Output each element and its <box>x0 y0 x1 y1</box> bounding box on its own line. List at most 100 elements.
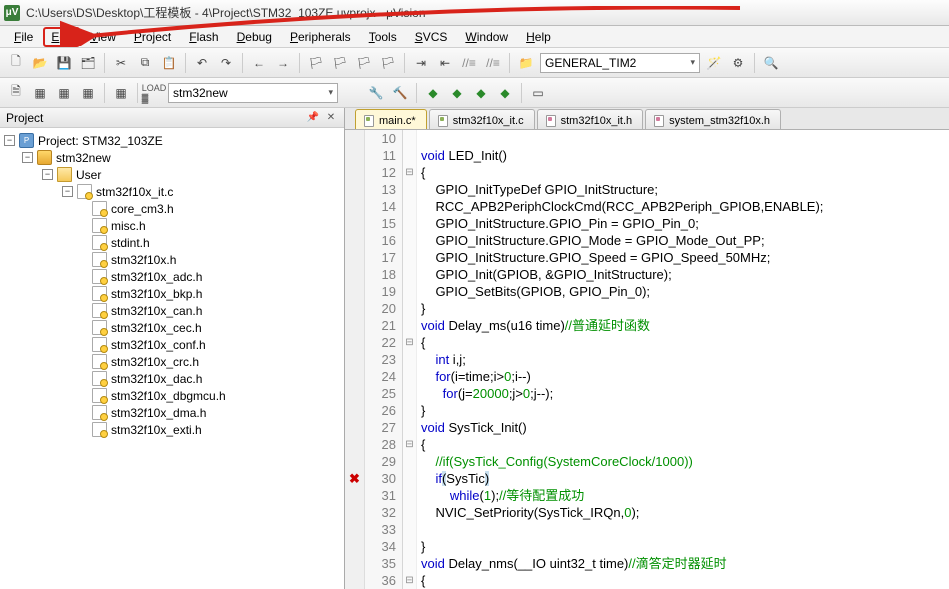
tree-header-file[interactable]: core_cm3.h <box>2 200 342 217</box>
project-tree[interactable]: − P Project: STM32_103ZE − stm32new − Us… <box>0 128 344 589</box>
fold-margin[interactable] <box>403 470 417 487</box>
fold-margin[interactable] <box>403 283 417 300</box>
tree-header-file[interactable]: stm32f10x_dbgmcu.h <box>2 387 342 404</box>
save-all-icon[interactable]: 🗂 <box>78 53 98 73</box>
code-line[interactable]: 17 GPIO_InitStructure.GPIO_Speed = GPIO_… <box>345 249 949 266</box>
uncomment-icon[interactable]: //≡ <box>483 53 503 73</box>
close-icon[interactable]: ✕ <box>324 111 338 125</box>
paste-icon[interactable]: 📋 <box>159 53 179 73</box>
menu-edit[interactable]: Edit <box>43 27 80 47</box>
code-line[interactable]: 24 for(i=time;i>0;i--) <box>345 368 949 385</box>
code-line[interactable]: 22⊟{ <box>345 334 949 351</box>
tree-target[interactable]: − stm32new <box>2 149 342 166</box>
code-line[interactable]: 28⊟{ <box>345 436 949 453</box>
menu-file[interactable]: File <box>6 28 41 46</box>
fold-margin[interactable] <box>403 198 417 215</box>
settings-icon[interactable]: ⚙ <box>728 53 748 73</box>
menu-tools[interactable]: Tools <box>361 28 405 46</box>
fold-margin[interactable] <box>403 147 417 164</box>
code-line[interactable]: 25 for(j=20000;j>0;j--); <box>345 385 949 402</box>
code-line[interactable]: 10 <box>345 130 949 147</box>
new-file-icon[interactable]: 🗋 <box>6 53 26 73</box>
bookmark-prev-icon[interactable]: 🏳 <box>330 53 350 73</box>
green-diamond-icon[interactable]: ◆ <box>423 83 443 103</box>
code-line[interactable]: 32 NVIC_SetPriority(SysTick_IRQn,0); <box>345 504 949 521</box>
green-diamond-icon[interactable]: ◆ <box>447 83 467 103</box>
cut-icon[interactable]: ✂ <box>111 53 131 73</box>
code-line[interactable]: 31 while(1);//等待配置成功 <box>345 487 949 504</box>
tree-header-file[interactable]: stm32f10x_dma.h <box>2 404 342 421</box>
bookmark-clear-icon[interactable]: 🏳 <box>378 53 398 73</box>
code-line[interactable]: 27void SysTick_Init() <box>345 419 949 436</box>
rebuild-icon[interactable]: ▦ <box>54 83 74 103</box>
fold-margin[interactable] <box>403 215 417 232</box>
tree-header-file[interactable]: stm32f10x_exti.h <box>2 421 342 438</box>
green-diamond-icon[interactable]: ◆ <box>471 83 491 103</box>
window-icon[interactable]: ▭ <box>528 83 548 103</box>
menu-window[interactable]: Window <box>457 28 516 46</box>
redo-icon[interactable]: ↷ <box>216 53 236 73</box>
tree-header-file[interactable]: stm32f10x_can.h <box>2 302 342 319</box>
code-line[interactable]: 14 RCC_APB2PeriphClockCmd(RCC_APB2Periph… <box>345 198 949 215</box>
code-line[interactable]: 34} <box>345 538 949 555</box>
code-line[interactable]: 11void LED_Init() <box>345 147 949 164</box>
tree-header-file[interactable]: stm32f10x_cec.h <box>2 319 342 336</box>
fold-margin[interactable] <box>403 317 417 334</box>
comment-icon[interactable]: //≡ <box>459 53 479 73</box>
editor-tab[interactable]: stm32f10x_it.c <box>429 109 535 129</box>
code-line[interactable]: 26} <box>345 402 949 419</box>
indent-icon[interactable]: ⇥ <box>411 53 431 73</box>
collapse-icon[interactable]: − <box>22 152 33 163</box>
bookmark-next-icon[interactable]: 🏳 <box>354 53 374 73</box>
fold-margin[interactable]: ⊟ <box>403 334 417 351</box>
fold-margin[interactable] <box>403 351 417 368</box>
fold-margin[interactable] <box>403 385 417 402</box>
options-icon[interactable]: 🔧 <box>366 83 386 103</box>
editor-tab[interactable]: main.c* <box>355 109 427 129</box>
fold-margin[interactable]: ⊟ <box>403 572 417 589</box>
wand-icon[interactable]: 🪄 <box>704 53 724 73</box>
code-line[interactable]: 35void Delay_nms(__IO uint32_t time)//滴答… <box>345 555 949 572</box>
menu-peripherals[interactable]: Peripherals <box>282 28 359 46</box>
stop-build-icon[interactable]: ▦ <box>111 83 131 103</box>
menu-view[interactable]: View <box>82 28 124 46</box>
code-line[interactable]: 29 //if(SysTick_Config(SystemCoreClock/1… <box>345 453 949 470</box>
menu-flash[interactable]: Flash <box>181 28 226 46</box>
code-line[interactable]: 36⊟{ <box>345 572 949 589</box>
pin-icon[interactable]: 📌 <box>306 111 320 125</box>
tree-header-file[interactable]: stm32f10x_conf.h <box>2 336 342 353</box>
code-line[interactable]: 23 int i,j; <box>345 351 949 368</box>
fold-margin[interactable] <box>403 555 417 572</box>
manage-icon[interactable]: 🔨 <box>390 83 410 103</box>
menu-help[interactable]: Help <box>518 28 559 46</box>
fold-margin[interactable] <box>403 419 417 436</box>
fold-margin[interactable] <box>403 402 417 419</box>
code-line[interactable]: 21void Delay_ms(u16 time)//普通延时函数 <box>345 317 949 334</box>
undo-icon[interactable]: ↶ <box>192 53 212 73</box>
collapse-icon[interactable]: − <box>4 135 15 146</box>
fold-margin[interactable] <box>403 249 417 266</box>
fold-margin[interactable] <box>403 504 417 521</box>
forward-icon[interactable]: → <box>273 53 293 73</box>
tree-header-file[interactable]: stm32f10x_bkp.h <box>2 285 342 302</box>
code-line[interactable]: ✖30 if(SysTic) <box>345 470 949 487</box>
tree-header-file[interactable]: misc.h <box>2 217 342 234</box>
fold-margin[interactable] <box>403 487 417 504</box>
debug-icon[interactable]: 🔍 <box>761 53 781 73</box>
fold-margin[interactable] <box>403 266 417 283</box>
save-icon[interactable]: 💾 <box>54 53 74 73</box>
code-line[interactable]: 15 GPIO_InitStructure.GPIO_Pin = GPIO_Pi… <box>345 215 949 232</box>
tree-header-file[interactable]: stdint.h <box>2 234 342 251</box>
fold-margin[interactable] <box>403 453 417 470</box>
code-line[interactable]: 16 GPIO_InitStructure.GPIO_Mode = GPIO_M… <box>345 232 949 249</box>
collapse-icon[interactable]: − <box>42 169 53 180</box>
editor-tab[interactable]: system_stm32f10x.h <box>645 109 781 129</box>
fold-margin[interactable] <box>403 368 417 385</box>
menu-project[interactable]: Project <box>126 28 179 46</box>
fold-margin[interactable] <box>403 538 417 555</box>
batch-build-icon[interactable]: ▦ <box>78 83 98 103</box>
back-icon[interactable]: ← <box>249 53 269 73</box>
menu-svcs[interactable]: SVCS <box>407 28 456 46</box>
fold-margin[interactable] <box>403 300 417 317</box>
outdent-icon[interactable]: ⇤ <box>435 53 455 73</box>
